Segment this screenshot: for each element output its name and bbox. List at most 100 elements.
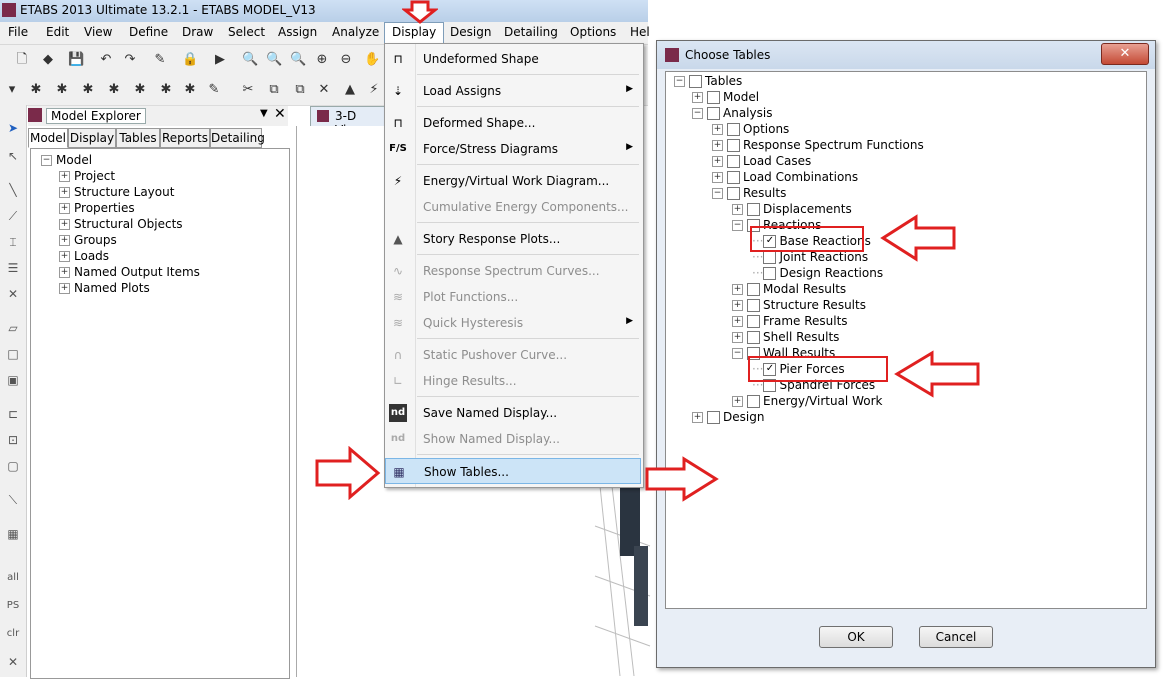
collapse-icon[interactable]: − xyxy=(692,108,703,119)
assign-link-icon[interactable]: ✱ xyxy=(158,82,174,98)
draw-grid-icon[interactable]: ▦ xyxy=(4,525,22,543)
pointer-icon[interactable]: ➤ xyxy=(4,119,22,137)
assign-joint-icon[interactable]: ✱ xyxy=(28,82,44,98)
tree-node-response-spectrum-functions[interactable]: + Response Spectrum Functions xyxy=(712,138,924,152)
reshape-icon[interactable]: ↖ xyxy=(4,147,22,165)
assign-area-icon[interactable]: ✱ xyxy=(106,82,122,98)
view-tab-3d[interactable]: 3-D View xyxy=(310,106,388,137)
tree-node-modal-results[interactable]: + Modal Results xyxy=(732,282,846,296)
collapse-icon[interactable]: − xyxy=(674,76,685,87)
pencil-icon[interactable]: ✎ xyxy=(152,52,168,68)
checkbox[interactable] xyxy=(707,411,720,424)
checkbox[interactable] xyxy=(747,315,760,328)
tree-item-named-output-items[interactable]: + Named Output Items xyxy=(59,265,200,279)
expand-icon[interactable]: + xyxy=(732,204,743,215)
tab-reports[interactable]: Reports xyxy=(160,128,210,148)
expand-icon[interactable]: + xyxy=(732,300,743,311)
checkbox[interactable] xyxy=(727,187,740,200)
draw-rectangle-icon[interactable]: □ xyxy=(4,345,22,363)
menu-file[interactable]: File xyxy=(8,25,28,39)
menu-item-deformed-shape[interactable]: ⊓ Deformed Shape... xyxy=(385,110,641,136)
tree-node-analysis[interactable]: − Analysis xyxy=(692,106,772,120)
tree-node-shell-results[interactable]: + Shell Results xyxy=(732,330,839,344)
dialog-close-button[interactable]: ✕ xyxy=(1101,43,1149,65)
tree-item-model[interactable]: − Model xyxy=(41,153,92,167)
menu-analyze[interactable]: Analyze xyxy=(332,25,379,39)
menu-item-load-assigns[interactable]: ⇣ Load Assigns ▶ xyxy=(385,78,641,104)
tree-item-structural-objects[interactable]: + Structural Objects xyxy=(59,217,183,231)
menu-design[interactable]: Design xyxy=(450,25,491,39)
menu-draw[interactable]: Draw xyxy=(182,25,213,39)
collapse-icon[interactable]: − xyxy=(41,155,52,166)
expand-icon[interactable]: + xyxy=(732,332,743,343)
expand-icon[interactable]: + xyxy=(732,316,743,327)
menu-view[interactable]: View xyxy=(84,25,112,39)
previous-selection-button[interactable]: PS xyxy=(4,597,22,615)
zoom-window-icon[interactable]: 🔍 xyxy=(242,52,258,68)
collapse-icon[interactable]: − xyxy=(732,220,743,231)
tree-node-energy-virtual-work[interactable]: + Energy/Virtual Work xyxy=(732,394,882,408)
draw-wall-icon[interactable]: ⊏ xyxy=(4,405,22,423)
tree-node-joint-reactions[interactable]: ··· Joint Reactions xyxy=(752,250,868,264)
menu-item-undeformed-shape[interactable]: ⊓ Undeformed Shape xyxy=(385,46,641,72)
tree-item-groups[interactable]: + Groups xyxy=(59,233,117,247)
tree-node-displacements[interactable]: + Displacements xyxy=(732,202,852,216)
tree-node-model[interactable]: + Model xyxy=(692,90,759,104)
menu-edit[interactable]: Edit xyxy=(46,25,69,39)
tree-node-design-reactions[interactable]: ··· Design Reactions xyxy=(752,266,883,280)
expand-icon[interactable]: + xyxy=(59,219,70,230)
checkbox[interactable] xyxy=(727,123,740,136)
draw-brace-icon[interactable]: ✕ xyxy=(4,285,22,303)
menu-display[interactable]: Display xyxy=(384,22,445,45)
expand-icon[interactable]: + xyxy=(59,235,70,246)
explorer-dropdown-icon[interactable]: ▼ xyxy=(260,108,268,119)
paste-icon[interactable]: ⧉ xyxy=(292,82,308,98)
expand-icon[interactable]: + xyxy=(59,251,70,262)
tree-node-options[interactable]: + Options xyxy=(712,122,789,136)
assign-shell-icon[interactable]: ✱ xyxy=(132,82,148,98)
draw-area-icon[interactable]: ▱ xyxy=(4,319,22,337)
menu-detailing[interactable]: Detailing xyxy=(504,25,558,39)
delete-icon[interactable]: ✕ xyxy=(316,82,332,98)
ok-button[interactable]: OK xyxy=(819,626,893,648)
expand-icon[interactable]: + xyxy=(59,187,70,198)
collapse-icon[interactable]: − xyxy=(732,348,743,359)
draw-line-icon[interactable]: ╲ xyxy=(4,181,22,199)
menu-item-story-response-plots[interactable]: ▲ Story Response Plots... xyxy=(385,226,641,252)
tab-detailing[interactable]: Detailing xyxy=(210,128,265,148)
tree-item-loads[interactable]: + Loads xyxy=(59,249,109,263)
draw-quad-icon[interactable]: ▣ xyxy=(4,371,22,389)
tab-model[interactable]: Model xyxy=(28,128,68,148)
expand-icon[interactable]: + xyxy=(712,124,723,135)
energy-plot-icon[interactable]: ⚡ xyxy=(366,82,382,98)
pan-icon[interactable]: ✋ xyxy=(364,52,380,68)
menu-define[interactable]: Define xyxy=(129,25,168,39)
tree-item-project[interactable]: + Project xyxy=(59,169,115,183)
checkbox[interactable] xyxy=(707,91,720,104)
checkbox[interactable] xyxy=(727,139,740,152)
menu-item-energy-diagram[interactable]: ⚡ Energy/Virtual Work Diagram... xyxy=(385,168,641,194)
expand-icon[interactable]: + xyxy=(59,283,70,294)
cancel-button[interactable]: Cancel xyxy=(919,626,993,648)
checkbox[interactable] xyxy=(707,107,720,120)
open-icon[interactable]: ◆ xyxy=(40,52,56,68)
copy-icon[interactable]: ⧉ xyxy=(266,82,282,98)
lock-icon[interactable]: 🔒 xyxy=(182,52,198,68)
tab-display[interactable]: Display xyxy=(68,128,116,148)
checkbox[interactable] xyxy=(727,155,740,168)
expand-icon[interactable]: + xyxy=(692,412,703,423)
collapse-icon[interactable]: − xyxy=(712,188,723,199)
tree-node-results[interactable]: − Results xyxy=(712,186,786,200)
expand-icon[interactable]: + xyxy=(59,267,70,278)
expand-icon[interactable]: + xyxy=(59,203,70,214)
expand-icon[interactable]: + xyxy=(732,396,743,407)
assign-spring-icon[interactable]: ✱ xyxy=(182,82,198,98)
cut-icon[interactable]: ✂ xyxy=(240,82,256,98)
tab-tables[interactable]: Tables xyxy=(116,128,160,148)
run-icon[interactable]: ▶ xyxy=(212,52,228,68)
menu-options[interactable]: Options xyxy=(570,25,616,39)
expand-icon[interactable]: + xyxy=(712,156,723,167)
checkbox[interactable] xyxy=(747,203,760,216)
save-icon[interactable]: 💾 xyxy=(68,52,84,68)
tree-item-properties[interactable]: + Properties xyxy=(59,201,135,215)
